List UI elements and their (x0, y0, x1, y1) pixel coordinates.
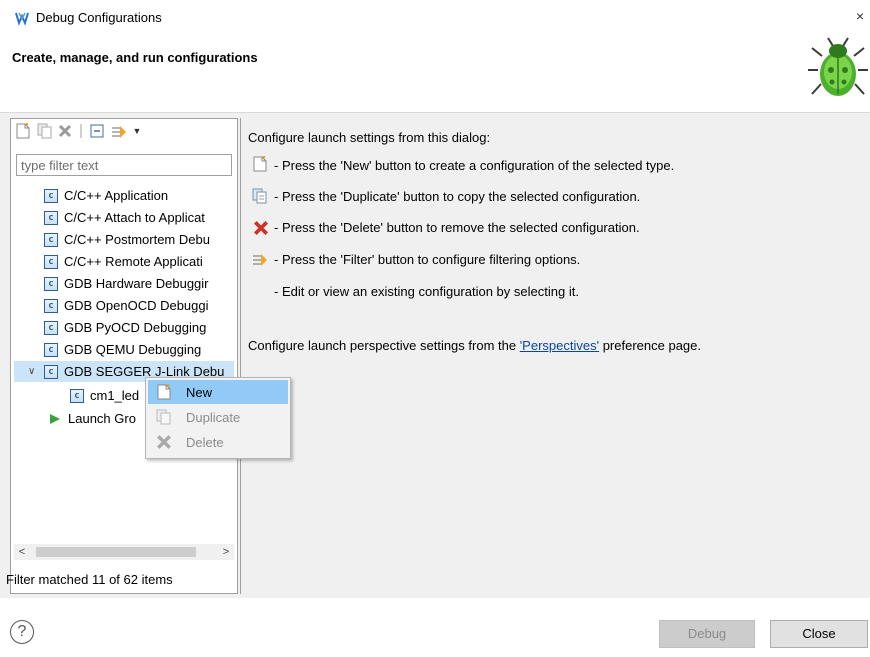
c-config-icon: c (44, 342, 58, 357)
help-line-filter: - Press the 'Filter' button to configure… (274, 252, 581, 267)
close-button[interactable]: Close (770, 620, 868, 648)
tree-item[interactable]: c C/C++ Application (14, 185, 234, 206)
expand-chevron-down-icon[interactable]: ∨ (28, 366, 40, 377)
tree-item-label: C/C++ Attach to Applicat (64, 210, 205, 225)
new-config-button[interactable] (14, 122, 32, 140)
new-config-icon (157, 384, 171, 400)
tree-item-label: C/C++ Remote Applicati (64, 254, 203, 269)
scroll-left-arrow-icon[interactable]: < (14, 544, 30, 560)
window-close-button[interactable]: × (856, 8, 864, 24)
help-intro: Configure launch settings from this dial… (248, 130, 491, 145)
tree-item[interactable]: c GDB OpenOCD Debuggi (14, 295, 234, 316)
tree-toolbar: ▼ (14, 122, 234, 142)
menu-item-delete[interactable]: Delete (148, 430, 288, 454)
duplicate-icon (37, 123, 52, 139)
tree-item-label: GDB PyOCD Debugging (64, 320, 207, 335)
tree-item[interactable]: c C/C++ Postmortem Debu (14, 229, 234, 250)
filter-input[interactable] (16, 154, 232, 176)
c-config-icon: c (44, 254, 58, 269)
perspective-prefix: Configure launch perspective settings fr… (248, 338, 520, 353)
delete-icon (58, 124, 72, 138)
app-logo-icon (15, 12, 29, 26)
tree-item-label: GDB OpenOCD Debuggi (64, 298, 209, 313)
tree-item-label: C/C++ Application (64, 188, 169, 203)
c-config-icon: c (44, 188, 58, 203)
help-line-delete: - Press the 'Delete' button to remove th… (274, 220, 640, 235)
menu-item-label: Duplicate (186, 409, 241, 425)
perspective-settings-text: Configure launch perspective settings fr… (248, 338, 701, 353)
tree-item-label: GDB Hardware Debuggir (64, 276, 209, 291)
help-line-new: - Press the 'New' button to create a con… (274, 158, 675, 173)
help-button[interactable]: ? (10, 620, 34, 644)
collapse-all-icon (90, 124, 104, 138)
perspectives-link[interactable]: 'Perspectives' (520, 338, 599, 353)
duplicate-config-button[interactable] (36, 122, 54, 140)
tree-item[interactable]: c C/C++ Attach to Applicat (14, 207, 234, 228)
filter-status-text: Filter matched 11 of 62 items (6, 572, 173, 587)
filter-icon (253, 254, 267, 266)
duplicate-icon (252, 188, 267, 204)
tree-item[interactable]: c GDB Hardware Debuggir (14, 273, 234, 294)
scroll-right-arrow-icon[interactable]: > (218, 544, 234, 560)
tree-item-label: cm1_led (90, 388, 140, 403)
c-config-icon: c (44, 320, 58, 335)
toolbar-separator (80, 124, 82, 138)
menu-item-new[interactable]: New (148, 380, 288, 404)
c-config-icon: c (44, 298, 58, 313)
c-config-icon: c (44, 232, 58, 247)
help-line-edit: - Edit or view an existing configuration… (274, 284, 579, 299)
menu-item-duplicate[interactable]: Duplicate (148, 405, 288, 429)
filter-icon (112, 126, 126, 138)
tree-item-label: GDB QEMU Debugging (64, 342, 202, 357)
scrollbar-thumb[interactable] (36, 547, 196, 557)
tree-item[interactable]: c GDB QEMU Debugging (14, 339, 234, 360)
delete-icon (253, 220, 269, 236)
filter-button[interactable] (110, 122, 128, 140)
tree-item-label: Launch Gro (68, 411, 136, 426)
debug-button[interactable]: Debug (659, 620, 755, 648)
tree-item[interactable]: c GDB PyOCD Debugging (14, 317, 234, 338)
c-config-icon: c (44, 364, 58, 379)
c-config-icon: c (44, 210, 58, 225)
debug-bug-icon (808, 37, 868, 96)
context-menu: New Duplicate Delete (145, 377, 291, 459)
perspective-suffix: preference page. (599, 338, 701, 353)
horizontal-scrollbar[interactable]: < > (14, 544, 234, 560)
new-config-icon (16, 123, 30, 139)
delete-config-button[interactable] (56, 122, 74, 140)
c-config-icon: c (70, 388, 84, 403)
menu-item-label: New (186, 384, 213, 400)
view-menu-chevron-down-icon[interactable]: ▼ (128, 122, 146, 140)
launch-group-icon (50, 413, 60, 424)
menu-item-label: Delete (186, 434, 224, 450)
collapse-all-button[interactable] (88, 122, 106, 140)
new-config-icon (253, 156, 267, 172)
banner-title: Create, manage, and run configurations (12, 50, 258, 65)
help-line-duplicate: - Press the 'Duplicate' button to copy t… (274, 189, 641, 204)
delete-icon (157, 435, 171, 449)
duplicate-icon (156, 409, 171, 425)
tree-item-label: C/C++ Postmortem Debu (64, 232, 210, 247)
tree-item[interactable]: c C/C++ Remote Applicati (14, 251, 234, 272)
window-title: Debug Configurations (36, 10, 162, 25)
c-config-icon: c (44, 276, 58, 291)
